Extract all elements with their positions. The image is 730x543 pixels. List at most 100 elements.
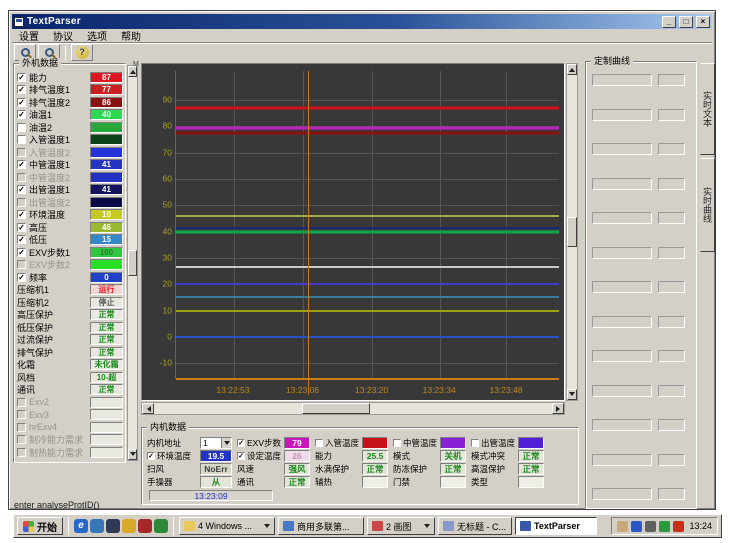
- curve-name-field[interactable]: [592, 109, 652, 121]
- checkbox[interactable]: ✓: [237, 439, 245, 447]
- maximize-button[interactable]: □: [679, 16, 693, 28]
- checkbox[interactable]: [17, 173, 26, 182]
- checkbox[interactable]: [17, 123, 26, 132]
- task-button-4 Windows ...[interactable]: 4 Windows ...: [179, 517, 275, 535]
- security-icon[interactable]: [138, 519, 152, 533]
- antivirus-icon[interactable]: [154, 519, 168, 533]
- time-cursor-line[interactable]: [308, 71, 309, 395]
- checkbox[interactable]: ✓: [237, 452, 245, 460]
- curve-value-field[interactable]: [658, 454, 685, 466]
- menu-item-设置[interactable]: 设置: [12, 28, 46, 43]
- curve-value-field[interactable]: [658, 316, 685, 328]
- menu-item-选项[interactable]: 选项: [80, 28, 114, 43]
- curve-value-field[interactable]: [658, 74, 685, 86]
- value-badge: [90, 422, 123, 433]
- checkbox[interactable]: [315, 439, 323, 447]
- value-badge[interactable]: 1: [200, 437, 232, 449]
- curve-value-field[interactable]: [658, 281, 685, 293]
- checkbox[interactable]: ✓: [17, 210, 26, 219]
- checkbox[interactable]: ✓: [17, 85, 26, 94]
- curve-name-field[interactable]: [592, 316, 652, 328]
- checkbox[interactable]: [471, 439, 479, 447]
- mail-icon[interactable]: [122, 519, 136, 533]
- alert-tray-icon[interactable]: [673, 521, 684, 532]
- checkbox[interactable]: ✓: [17, 273, 26, 282]
- curve-name-field[interactable]: [592, 74, 652, 86]
- ie-icon[interactable]: e: [74, 519, 88, 533]
- checkbox[interactable]: [393, 439, 401, 447]
- checkbox[interactable]: [17, 398, 26, 407]
- curve-value-field[interactable]: [658, 143, 685, 155]
- curve-name-field[interactable]: [592, 419, 652, 431]
- hand-tray-icon[interactable]: [617, 521, 628, 532]
- dropdown-button[interactable]: [221, 438, 231, 448]
- curve-name-field[interactable]: [592, 247, 652, 259]
- curve-value-field[interactable]: [658, 419, 685, 431]
- menu-item-协议[interactable]: 协议: [46, 28, 80, 43]
- help-button[interactable]: ?: [71, 44, 93, 61]
- value-badge: 未化霜: [90, 359, 123, 370]
- checkbox[interactable]: [17, 148, 26, 157]
- curve-value-field[interactable]: [658, 385, 685, 397]
- checkbox[interactable]: ✓: [17, 98, 26, 107]
- close-button[interactable]: ×: [696, 16, 710, 28]
- browser-icon[interactable]: [90, 519, 104, 533]
- nic-tray-icon[interactable]: [659, 521, 670, 532]
- start-button[interactable]: 开始: [17, 517, 63, 535]
- checkbox[interactable]: ✓: [17, 110, 26, 119]
- checkbox[interactable]: ✓: [17, 248, 26, 257]
- checkbox[interactable]: ✓: [147, 452, 155, 460]
- messenger-icon[interactable]: [106, 519, 120, 533]
- checkbox[interactable]: ✓: [17, 160, 26, 169]
- volume-tray-icon[interactable]: [645, 521, 656, 532]
- curve-value-field[interactable]: [658, 247, 685, 259]
- checkbox[interactable]: [17, 435, 26, 444]
- curve-value-field[interactable]: [658, 488, 685, 500]
- checkbox[interactable]: [17, 410, 26, 419]
- chart-horizontal-scrollbar[interactable]: [141, 402, 565, 415]
- minimize-button[interactable]: _: [662, 16, 676, 28]
- scroll-left-icon[interactable]: [142, 403, 154, 414]
- curve-name-field[interactable]: [592, 454, 652, 466]
- task-button-2 画图[interactable]: 2 画图: [367, 517, 435, 535]
- curve-name-field[interactable]: [592, 143, 652, 155]
- checkbox[interactable]: [17, 448, 26, 457]
- tab-realtime-curve[interactable]: 实时曲线: [700, 158, 715, 252]
- chart-vertical-scrollbar[interactable]: [566, 63, 578, 401]
- curve-name-field[interactable]: [592, 385, 652, 397]
- checkbox[interactable]: ✓: [17, 235, 26, 244]
- curve-name-field[interactable]: [592, 178, 652, 190]
- task-button-label: 2 画图: [386, 520, 421, 533]
- scroll-down-icon[interactable]: [128, 449, 137, 460]
- outdoor-panel-scrollbar[interactable]: [127, 65, 138, 461]
- custom-curve-panel: 定制曲线: [585, 61, 697, 509]
- scrollbar-thumb[interactable]: [302, 403, 370, 414]
- checkbox[interactable]: [17, 260, 26, 269]
- scroll-right-icon[interactable]: [552, 403, 564, 414]
- curve-name-field[interactable]: [592, 488, 652, 500]
- checkbox[interactable]: ✓: [17, 185, 26, 194]
- task-button-商用多联第...[interactable]: 商用多联第...: [278, 517, 364, 535]
- task-button-无标题 - C...[interactable]: 无标题 - C...: [438, 517, 512, 535]
- curve-value-field[interactable]: [658, 109, 685, 121]
- scrollbar-thumb[interactable]: [567, 217, 577, 247]
- menu-item-帮助[interactable]: 帮助: [114, 28, 148, 43]
- scroll-up-icon[interactable]: [567, 64, 577, 75]
- tab-realtime-text[interactable]: 实时文本: [700, 63, 715, 155]
- checkbox[interactable]: [17, 423, 26, 432]
- network-tray-icon[interactable]: [631, 521, 642, 532]
- checkbox[interactable]: ✓: [17, 223, 26, 232]
- value-badge: 运行: [90, 284, 123, 295]
- scrollbar-thumb[interactable]: [128, 250, 137, 276]
- curve-name-field[interactable]: [592, 281, 652, 293]
- scroll-down-icon[interactable]: [567, 389, 577, 400]
- curve-value-field[interactable]: [658, 212, 685, 224]
- curve-name-field[interactable]: [592, 212, 652, 224]
- curve-value-field[interactable]: [658, 350, 685, 362]
- checkbox[interactable]: [17, 198, 26, 207]
- checkbox[interactable]: [17, 135, 26, 144]
- curve-name-field[interactable]: [592, 350, 652, 362]
- task-button-TextParser[interactable]: TextParser: [515, 517, 597, 535]
- curve-value-field[interactable]: [658, 178, 685, 190]
- checkbox[interactable]: ✓: [17, 73, 26, 82]
